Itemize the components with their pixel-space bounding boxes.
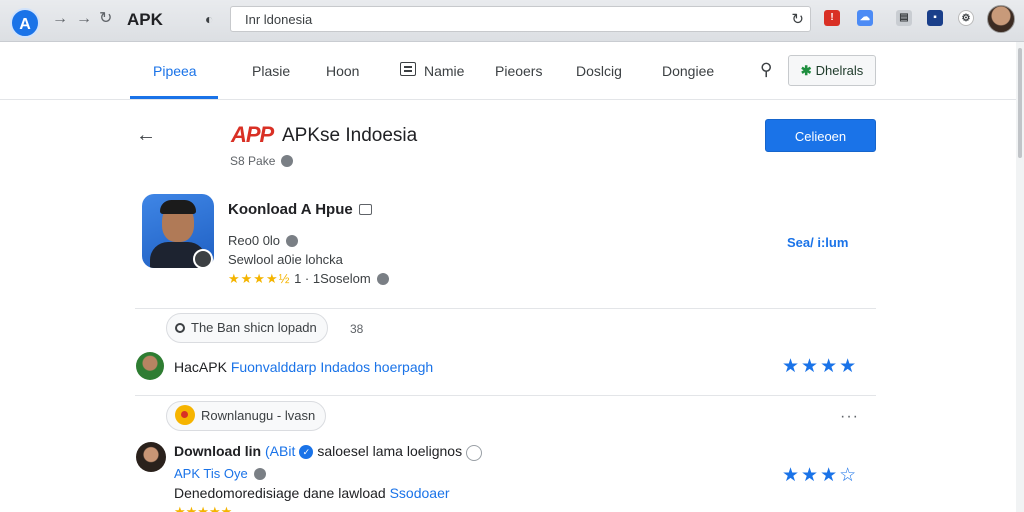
- review-meta-text: APK Tis Oye: [174, 466, 248, 481]
- package-icon[interactable]: [358, 204, 372, 215]
- tab-doslcig[interactable]: Doslcig: [576, 63, 622, 79]
- refresh-icon[interactable]: ↻: [791, 10, 804, 28]
- lock-icon: [286, 235, 299, 247]
- tab-plasie[interactable]: Plasie: [252, 63, 290, 79]
- review-chip-label: Rownlanugu - lvasn: [201, 408, 316, 423]
- page-title: APKse Indoesia: [282, 125, 418, 146]
- reviewer-avatar[interactable]: [136, 442, 166, 472]
- review-body-text: Denedomoredisiage dane lawload: [174, 485, 386, 501]
- globe-icon: [253, 468, 266, 480]
- primary-action-button[interactable]: Celieoen: [765, 119, 876, 152]
- review-stars: ★★★☆: [782, 464, 858, 487]
- tag-pill: [466, 445, 483, 461]
- more-options-icon[interactable]: ···: [840, 408, 859, 426]
- review-title-link[interactable]: (ABit: [265, 443, 295, 459]
- app-description: Sewlool a0ie lohcka: [228, 252, 343, 267]
- app-badge-icon: [193, 249, 213, 269]
- extension-blue-icon[interactable]: ▪: [927, 10, 943, 26]
- review-body: Denedomoredisiage dane lawload Ssodoaer: [174, 485, 450, 501]
- extension-settings-icon[interactable]: ⚙: [958, 10, 974, 26]
- review-text: saloesel lama loelignos: [317, 443, 463, 459]
- url-text: Inr ldonesia: [245, 12, 313, 27]
- globe-icon: [281, 155, 294, 167]
- search-icon: [175, 323, 185, 333]
- rating-half-star: ½: [278, 271, 291, 286]
- review-title: Download lin (ABit ✓ saloesel lama loelign…: [174, 443, 483, 461]
- review-chip[interactable]: The Ban shicn lopadn: [166, 313, 328, 343]
- active-tab-indicator: [130, 96, 218, 99]
- address-bar[interactable]: Inr ldonesia ↻: [230, 6, 811, 32]
- browser-logo-icon[interactable]: A: [10, 8, 40, 38]
- app-meta: Reo0 0lo: [228, 233, 299, 248]
- app-icon-cap: [160, 200, 196, 214]
- review-title-text: Download lin: [174, 443, 262, 459]
- rating-stars: ★★★★: [228, 271, 279, 286]
- extension-red-icon[interactable]: !: [824, 10, 840, 26]
- forward-icon[interactable]: →: [76, 10, 92, 28]
- review-body: Fuonvalddarp Indados hoerpagh: [230, 359, 434, 375]
- reload-small-icon[interactable]: ↻: [99, 10, 112, 28]
- tab-dongiee[interactable]: Dongiee: [662, 63, 714, 79]
- divider: [135, 308, 876, 309]
- verified-icon: ✓: [299, 445, 314, 459]
- review-stars-full: ★★★: [782, 465, 840, 486]
- app-name-text: Koonload A Hpue: [228, 201, 353, 218]
- review-prefix: HacAPK: [174, 359, 227, 375]
- scrollbar-thumb[interactable]: [1018, 48, 1022, 158]
- site-navigation: Pipeea Plasie Hoon Namie Pieoers Doslcig…: [0, 42, 1024, 100]
- info-icon[interactable]: [376, 273, 389, 285]
- emoji-icon: [175, 405, 195, 425]
- see-all-link[interactable]: Sea/ i:lum: [787, 235, 848, 250]
- profile-avatar[interactable]: [987, 5, 1015, 33]
- bottom-stars: ★★★★★: [174, 504, 233, 512]
- app-rating: ★★★★½ 1 · 1Soselom: [228, 271, 389, 287]
- back-icon[interactable]: →: [52, 10, 68, 28]
- site-brand: APK: [127, 10, 163, 29]
- review-chip[interactable]: Rownlanugu - lvasn: [166, 401, 327, 431]
- review-body-link[interactable]: Ssodoaer: [390, 485, 450, 501]
- browser-toolbar: A → → ↻ APK ◐ Inr ldonesia ↻ ! ☁ ▤ ▪ ⚙: [0, 0, 1024, 42]
- details-label: Dhelrals: [815, 63, 864, 78]
- list-icon: [400, 62, 416, 76]
- review-stars: ★★★★: [782, 356, 859, 377]
- page-subtitle: S8 Pake: [230, 154, 294, 168]
- page-subtitle-text: S8 Pake: [230, 154, 276, 168]
- shield-icon[interactable]: ◐: [205, 11, 213, 27]
- extension-doc-icon[interactable]: ▤: [896, 10, 912, 26]
- review-text: HacAPK Fuonvalddarp Indados hoerpagh: [174, 359, 433, 375]
- sparkle-icon: ✱: [800, 63, 812, 78]
- site-logo: APP: [231, 122, 274, 147]
- app-name: Koonload A Hpue: [228, 201, 372, 218]
- details-button[interactable]: ✱ Dhelrals: [788, 55, 876, 86]
- tab-home[interactable]: Pipeea: [153, 63, 197, 79]
- search-icon[interactable]: ⚲: [760, 60, 772, 80]
- rating-text: 1 · 1Soselom: [294, 271, 371, 286]
- extension-cloud-icon[interactable]: ☁: [857, 10, 873, 26]
- back-arrow-icon[interactable]: ←: [136, 124, 156, 147]
- divider: [135, 395, 876, 396]
- review-chip-label: The Ban shicn lopadn: [191, 320, 317, 335]
- tab-hoon[interactable]: Hoon: [326, 63, 359, 79]
- review-meta: APK Tis Oye: [174, 466, 266, 481]
- reviewer-avatar[interactable]: [136, 352, 164, 380]
- tab-pieoers[interactable]: Pieoers: [495, 63, 542, 79]
- review-star-half: ☆: [839, 465, 859, 486]
- tab-namie[interactable]: Namie: [424, 63, 464, 79]
- review-count: 38: [350, 322, 364, 336]
- app-meta-text: Reo0 0lo: [228, 233, 281, 248]
